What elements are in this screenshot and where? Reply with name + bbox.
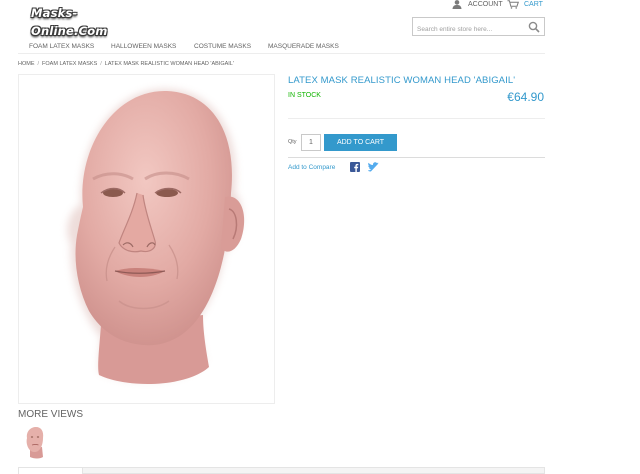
breadcrumb: HOME / FOAM LATEX MASKS / LATEX MASK REALIST… bbox=[18, 61, 234, 67]
qty-label: Qty bbox=[288, 139, 297, 145]
product-tabs-bar bbox=[18, 467, 545, 474]
mask-head-image bbox=[67, 88, 245, 385]
breadcrumb-separator: / bbox=[37, 61, 40, 67]
divider bbox=[288, 157, 545, 158]
add-to-compare-link[interactable]: Add to Compare bbox=[288, 164, 335, 171]
search-box bbox=[412, 17, 545, 38]
nav-item-masquerade-masks[interactable]: MASQUERADE MASKS bbox=[268, 43, 339, 50]
nav-item-halloween-masks[interactable]: HALLOWEEN MASKS bbox=[111, 43, 176, 50]
twitter-icon[interactable] bbox=[368, 162, 379, 172]
cart-icon bbox=[507, 0, 519, 9]
nav-item-foam-latex-masks[interactable]: FOAM LATEX MASKS bbox=[29, 43, 94, 50]
account-label: ACCOUNT bbox=[468, 1, 503, 8]
stock-status: IN STOCK bbox=[288, 92, 321, 99]
search-icon[interactable] bbox=[528, 21, 540, 33]
product-image[interactable] bbox=[18, 74, 275, 404]
breadcrumb-category[interactable]: FOAM LATEX MASKS bbox=[42, 61, 97, 67]
tab-description[interactable] bbox=[18, 467, 83, 474]
breadcrumb-home[interactable]: HOME bbox=[18, 61, 35, 67]
user-icon bbox=[452, 0, 462, 9]
product-title: LATEX MASK REALISTIC WOMAN HEAD 'ABIGAIL… bbox=[288, 75, 516, 86]
more-views-heading: MORE VIEWS bbox=[18, 409, 84, 420]
facebook-icon[interactable] bbox=[350, 162, 360, 172]
breadcrumb-current: LATEX MASK REALISTIC WOMAN HEAD 'ABIGAIL… bbox=[104, 61, 234, 67]
divider bbox=[288, 118, 545, 119]
breadcrumb-separator: / bbox=[100, 61, 102, 67]
product-price: €64.90 bbox=[507, 90, 544, 104]
search-input[interactable] bbox=[413, 21, 523, 38]
site-logo[interactable]: Masks-Online.Com bbox=[31, 4, 131, 38]
account-link[interactable]: ACCOUNT bbox=[452, 0, 503, 9]
cart-link[interactable]: CART bbox=[507, 0, 543, 9]
add-to-cart-button[interactable]: ADD TO CART bbox=[324, 134, 397, 151]
main-nav: FOAM LATEX MASKS HALLOWEEN MASKS COSTUME… bbox=[18, 39, 545, 54]
logo-text: Masks-Online.Com bbox=[31, 6, 108, 38]
cart-label: CART bbox=[524, 1, 543, 8]
qty-input[interactable] bbox=[301, 134, 321, 151]
nav-item-costume-masks[interactable]: COSTUME MASKS bbox=[194, 43, 251, 50]
thumbnail-image[interactable] bbox=[22, 426, 48, 460]
